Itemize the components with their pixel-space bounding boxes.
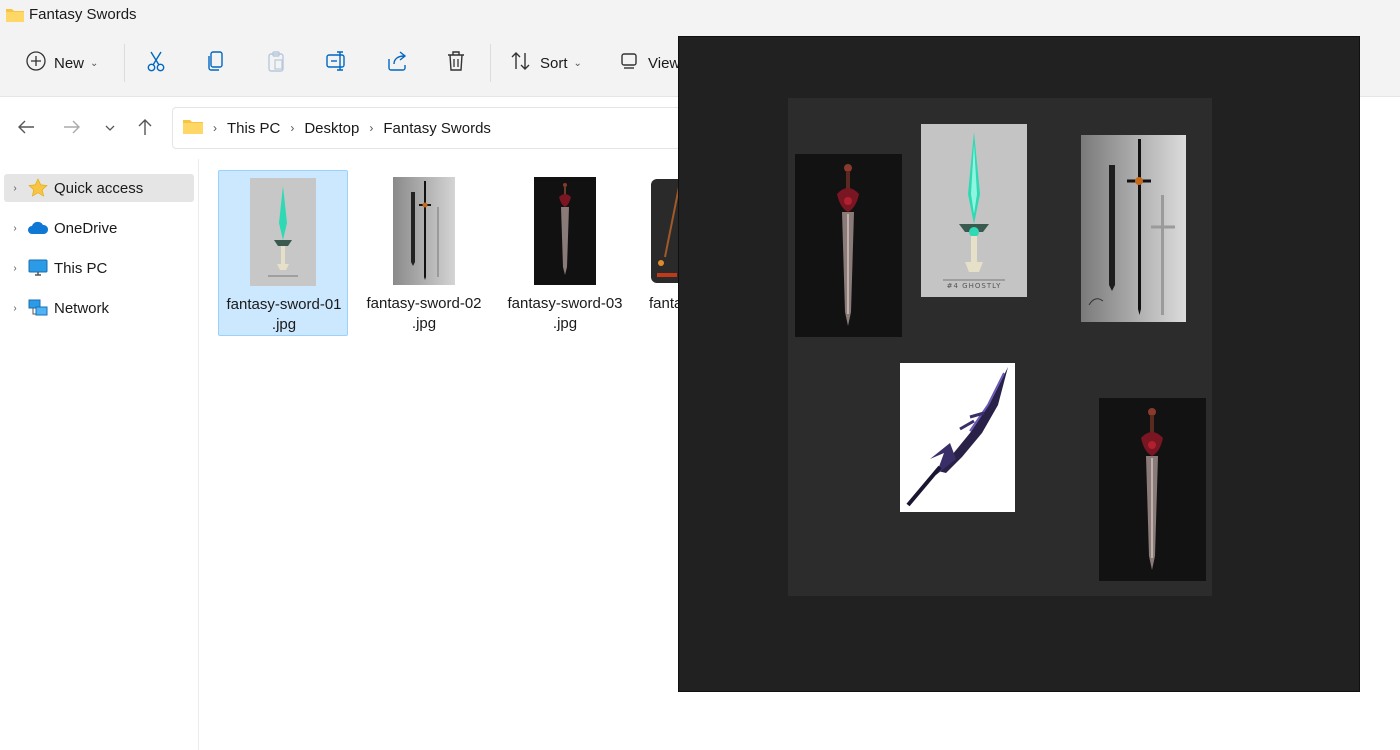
- toolbar-divider: [124, 44, 125, 82]
- image-viewer-window[interactable]: #4 GHOSTLY: [678, 36, 1360, 692]
- sword-image-greyscale[interactable]: [1081, 135, 1186, 322]
- navigation-pane: › Quick access › OneDrive › This PC › Ne…: [0, 159, 199, 750]
- sword-image-red-dagger[interactable]: [795, 154, 902, 337]
- sidebar-item-onedrive[interactable]: › OneDrive: [4, 214, 194, 242]
- chevron-right-icon[interactable]: ›: [4, 183, 26, 194]
- window-title: Fantasy Swords: [29, 6, 137, 23]
- file-extension: .jpg: [552, 315, 578, 332]
- file-extension: .jpg: [411, 315, 437, 332]
- arrow-left-icon: [17, 119, 35, 140]
- file-name-line: fantasy-sword-02: [366, 295, 482, 312]
- file-name: fanta: [649, 294, 678, 314]
- view-label: View: [648, 54, 681, 72]
- file-thumbnail: [651, 177, 678, 290]
- new-label: New: [54, 54, 85, 72]
- file-name: fantasy-sword-01 .jpg: [219, 295, 349, 335]
- chevron-right-icon[interactable]: ›: [4, 303, 26, 314]
- chevron-right-icon[interactable]: ›: [4, 223, 26, 234]
- title-bar: Fantasy Swords: [0, 0, 1400, 30]
- arrow-up-icon: [137, 118, 153, 141]
- view-icon: [620, 52, 640, 75]
- breadcrumb-desktop[interactable]: Desktop: [304, 120, 359, 137]
- copy-icon: [206, 50, 226, 77]
- sidebar-item-label: Quick access: [54, 179, 144, 197]
- chevron-right-icon: ›: [290, 121, 295, 135]
- toolbar-divider: [490, 44, 491, 82]
- file-name-line: fantasy-sword-01: [226, 296, 342, 313]
- file-name-line: fantasy-sword-03: [507, 295, 623, 312]
- chevron-right-icon: ›: [213, 121, 217, 135]
- back-button[interactable]: [14, 117, 38, 141]
- breadcrumb-this-pc[interactable]: This PC: [227, 120, 280, 137]
- recent-locations-button[interactable]: [98, 117, 122, 141]
- star-icon: [26, 178, 50, 198]
- file-item[interactable]: fantasy-sword-03 .jpg: [500, 170, 630, 336]
- sidebar-item-label: OneDrive: [54, 219, 118, 237]
- file-name: fantasy-sword-02 .jpg: [359, 294, 489, 334]
- file-thumbnail: [250, 178, 316, 291]
- scissors-icon: [146, 50, 166, 77]
- chevron-down-icon: ⌄: [90, 57, 99, 69]
- sidebar-item-network[interactable]: › Network: [4, 294, 194, 322]
- collage-canvas: #4 GHOSTLY: [788, 98, 1212, 596]
- sort-button[interactable]: Sort ⌄: [510, 30, 582, 96]
- file-name: fantasy-sword-03 .jpg: [500, 294, 630, 334]
- sort-icon: [510, 51, 532, 76]
- sidebar-item-label: This PC: [54, 259, 108, 277]
- cut-button[interactable]: [146, 30, 166, 96]
- sword-image-ghostly[interactable]: #4 GHOSTLY: [921, 124, 1027, 297]
- file-extension: .jpg: [271, 316, 297, 333]
- sword-image-purple-blade[interactable]: [900, 363, 1015, 512]
- file-item[interactable]: fanta: [641, 170, 678, 336]
- sidebar-item-quick-access[interactable]: › Quick access: [4, 174, 194, 202]
- sidebar-item-label: Network: [54, 299, 110, 317]
- up-button[interactable]: [133, 117, 157, 141]
- paste-button[interactable]: [266, 30, 286, 96]
- sidebar-item-this-pc[interactable]: › This PC: [4, 254, 194, 282]
- cloud-icon: [26, 218, 50, 238]
- new-button[interactable]: New ⌄: [26, 30, 98, 96]
- view-button[interactable]: View: [620, 30, 680, 96]
- file-thumbnail: [393, 177, 455, 290]
- file-item[interactable]: fantasy-sword-02 .jpg: [359, 170, 489, 336]
- breadcrumb-fantasy-swords[interactable]: Fantasy Swords: [383, 120, 491, 137]
- plus-circle-icon: [26, 50, 46, 76]
- trash-icon: [446, 50, 466, 77]
- rename-icon: [326, 50, 348, 77]
- copy-button[interactable]: [206, 30, 226, 96]
- sort-label: Sort: [540, 54, 568, 72]
- share-icon: [386, 50, 408, 77]
- share-button[interactable]: [386, 30, 408, 96]
- rename-button[interactable]: [326, 30, 348, 96]
- chevron-down-icon: [104, 120, 116, 138]
- chevron-right-icon[interactable]: ›: [4, 263, 26, 274]
- sword-image-red-dagger-2[interactable]: [1099, 398, 1206, 581]
- file-thumbnail: [534, 177, 596, 290]
- folder-icon: [6, 7, 24, 27]
- arrow-right-icon: [63, 119, 81, 140]
- monitor-icon: [26, 258, 50, 278]
- network-icon: [26, 298, 50, 318]
- folder-icon: [183, 118, 203, 139]
- clipboard-icon: [266, 50, 286, 77]
- file-name-line: fanta: [649, 295, 678, 312]
- chevron-right-icon: ›: [369, 121, 374, 135]
- poster-caption: #4 GHOSTLY: [946, 282, 1002, 290]
- forward-button[interactable]: [60, 117, 84, 141]
- chevron-down-icon: ⌄: [573, 57, 582, 69]
- file-item[interactable]: fantasy-sword-01 .jpg: [218, 170, 348, 336]
- delete-button[interactable]: [446, 30, 466, 96]
